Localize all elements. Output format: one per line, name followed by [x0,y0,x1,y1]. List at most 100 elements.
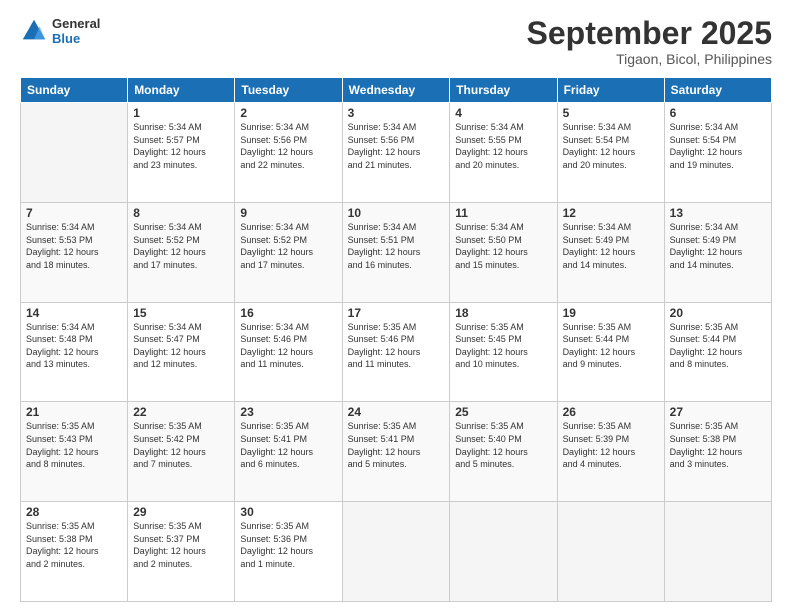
day-number: 3 [348,106,445,120]
calendar-cell: 1Sunrise: 5:34 AM Sunset: 5:57 PM Daylig… [128,103,235,203]
calendar-cell: 15Sunrise: 5:34 AM Sunset: 5:47 PM Dayli… [128,302,235,402]
day-number: 23 [240,405,336,419]
day-info: Sunrise: 5:34 AM Sunset: 5:55 PM Dayligh… [455,121,551,171]
calendar-cell [664,502,771,602]
day-info: Sunrise: 5:35 AM Sunset: 5:43 PM Dayligh… [26,420,122,470]
day-info: Sunrise: 5:35 AM Sunset: 5:38 PM Dayligh… [26,520,122,570]
calendar-cell [21,103,128,203]
month-title: September 2025 [527,16,772,51]
day-info: Sunrise: 5:35 AM Sunset: 5:36 PM Dayligh… [240,520,336,570]
day-info: Sunrise: 5:34 AM Sunset: 5:57 PM Dayligh… [133,121,229,171]
day-number: 14 [26,306,122,320]
calendar-cell: 30Sunrise: 5:35 AM Sunset: 5:36 PM Dayli… [235,502,342,602]
calendar-week-row: 28Sunrise: 5:35 AM Sunset: 5:38 PM Dayli… [21,502,772,602]
logo-blue: Blue [52,31,100,46]
day-info: Sunrise: 5:34 AM Sunset: 5:54 PM Dayligh… [563,121,659,171]
calendar-cell: 13Sunrise: 5:34 AM Sunset: 5:49 PM Dayli… [664,202,771,302]
day-number: 15 [133,306,229,320]
calendar-cell: 12Sunrise: 5:34 AM Sunset: 5:49 PM Dayli… [557,202,664,302]
day-number: 30 [240,505,336,519]
weekday-header-row: SundayMondayTuesdayWednesdayThursdayFrid… [21,78,772,103]
logo: General Blue [20,16,100,46]
day-info: Sunrise: 5:34 AM Sunset: 5:47 PM Dayligh… [133,321,229,371]
weekday-friday: Friday [557,78,664,103]
day-info: Sunrise: 5:34 AM Sunset: 5:54 PM Dayligh… [670,121,766,171]
day-number: 10 [348,206,445,220]
day-info: Sunrise: 5:35 AM Sunset: 5:45 PM Dayligh… [455,321,551,371]
day-info: Sunrise: 5:35 AM Sunset: 5:44 PM Dayligh… [670,321,766,371]
day-number: 20 [670,306,766,320]
calendar-cell: 24Sunrise: 5:35 AM Sunset: 5:41 PM Dayli… [342,402,450,502]
day-info: Sunrise: 5:35 AM Sunset: 5:41 PM Dayligh… [240,420,336,470]
day-info: Sunrise: 5:34 AM Sunset: 5:52 PM Dayligh… [133,221,229,271]
day-number: 17 [348,306,445,320]
calendar-cell: 16Sunrise: 5:34 AM Sunset: 5:46 PM Dayli… [235,302,342,402]
calendar-cell: 19Sunrise: 5:35 AM Sunset: 5:44 PM Dayli… [557,302,664,402]
calendar-cell: 26Sunrise: 5:35 AM Sunset: 5:39 PM Dayli… [557,402,664,502]
day-info: Sunrise: 5:34 AM Sunset: 5:56 PM Dayligh… [348,121,445,171]
calendar-cell [342,502,450,602]
day-info: Sunrise: 5:34 AM Sunset: 5:51 PM Dayligh… [348,221,445,271]
day-info: Sunrise: 5:34 AM Sunset: 5:49 PM Dayligh… [563,221,659,271]
calendar-cell: 7Sunrise: 5:34 AM Sunset: 5:53 PM Daylig… [21,202,128,302]
day-info: Sunrise: 5:35 AM Sunset: 5:38 PM Dayligh… [670,420,766,470]
calendar-week-row: 14Sunrise: 5:34 AM Sunset: 5:48 PM Dayli… [21,302,772,402]
day-number: 28 [26,505,122,519]
weekday-monday: Monday [128,78,235,103]
day-number: 25 [455,405,551,419]
calendar-cell: 14Sunrise: 5:34 AM Sunset: 5:48 PM Dayli… [21,302,128,402]
day-number: 26 [563,405,659,419]
calendar-week-row: 7Sunrise: 5:34 AM Sunset: 5:53 PM Daylig… [21,202,772,302]
logo-icon [20,17,48,45]
day-info: Sunrise: 5:34 AM Sunset: 5:53 PM Dayligh… [26,221,122,271]
day-info: Sunrise: 5:35 AM Sunset: 5:37 PM Dayligh… [133,520,229,570]
day-number: 12 [563,206,659,220]
day-number: 6 [670,106,766,120]
day-info: Sunrise: 5:34 AM Sunset: 5:50 PM Dayligh… [455,221,551,271]
calendar-cell: 18Sunrise: 5:35 AM Sunset: 5:45 PM Dayli… [450,302,557,402]
day-info: Sunrise: 5:35 AM Sunset: 5:41 PM Dayligh… [348,420,445,470]
calendar-week-row: 1Sunrise: 5:34 AM Sunset: 5:57 PM Daylig… [21,103,772,203]
calendar-cell [450,502,557,602]
day-info: Sunrise: 5:35 AM Sunset: 5:39 PM Dayligh… [563,420,659,470]
day-number: 18 [455,306,551,320]
day-number: 7 [26,206,122,220]
calendar-cell: 9Sunrise: 5:34 AM Sunset: 5:52 PM Daylig… [235,202,342,302]
day-number: 24 [348,405,445,419]
calendar-cell: 8Sunrise: 5:34 AM Sunset: 5:52 PM Daylig… [128,202,235,302]
day-number: 19 [563,306,659,320]
calendar-cell: 28Sunrise: 5:35 AM Sunset: 5:38 PM Dayli… [21,502,128,602]
location-subtitle: Tigaon, Bicol, Philippines [527,51,772,67]
day-info: Sunrise: 5:34 AM Sunset: 5:46 PM Dayligh… [240,321,336,371]
calendar-cell: 11Sunrise: 5:34 AM Sunset: 5:50 PM Dayli… [450,202,557,302]
day-number: 2 [240,106,336,120]
calendar-cell: 17Sunrise: 5:35 AM Sunset: 5:46 PM Dayli… [342,302,450,402]
calendar-cell: 23Sunrise: 5:35 AM Sunset: 5:41 PM Dayli… [235,402,342,502]
weekday-thursday: Thursday [450,78,557,103]
day-info: Sunrise: 5:35 AM Sunset: 5:40 PM Dayligh… [455,420,551,470]
calendar-cell [557,502,664,602]
calendar-cell: 2Sunrise: 5:34 AM Sunset: 5:56 PM Daylig… [235,103,342,203]
day-number: 4 [455,106,551,120]
calendar-cell: 25Sunrise: 5:35 AM Sunset: 5:40 PM Dayli… [450,402,557,502]
day-number: 22 [133,405,229,419]
day-info: Sunrise: 5:34 AM Sunset: 5:56 PM Dayligh… [240,121,336,171]
day-number: 16 [240,306,336,320]
calendar-cell: 6Sunrise: 5:34 AM Sunset: 5:54 PM Daylig… [664,103,771,203]
header: General Blue September 2025 Tigaon, Bico… [20,16,772,67]
day-info: Sunrise: 5:34 AM Sunset: 5:49 PM Dayligh… [670,221,766,271]
calendar-cell: 4Sunrise: 5:34 AM Sunset: 5:55 PM Daylig… [450,103,557,203]
day-info: Sunrise: 5:35 AM Sunset: 5:44 PM Dayligh… [563,321,659,371]
calendar-page: General Blue September 2025 Tigaon, Bico… [0,0,792,612]
logo-text: General Blue [52,16,100,46]
weekday-sunday: Sunday [21,78,128,103]
day-number: 11 [455,206,551,220]
calendar-cell: 10Sunrise: 5:34 AM Sunset: 5:51 PM Dayli… [342,202,450,302]
day-info: Sunrise: 5:35 AM Sunset: 5:42 PM Dayligh… [133,420,229,470]
weekday-saturday: Saturday [664,78,771,103]
day-number: 13 [670,206,766,220]
day-number: 27 [670,405,766,419]
calendar-cell: 21Sunrise: 5:35 AM Sunset: 5:43 PM Dayli… [21,402,128,502]
day-number: 21 [26,405,122,419]
calendar-cell: 20Sunrise: 5:35 AM Sunset: 5:44 PM Dayli… [664,302,771,402]
